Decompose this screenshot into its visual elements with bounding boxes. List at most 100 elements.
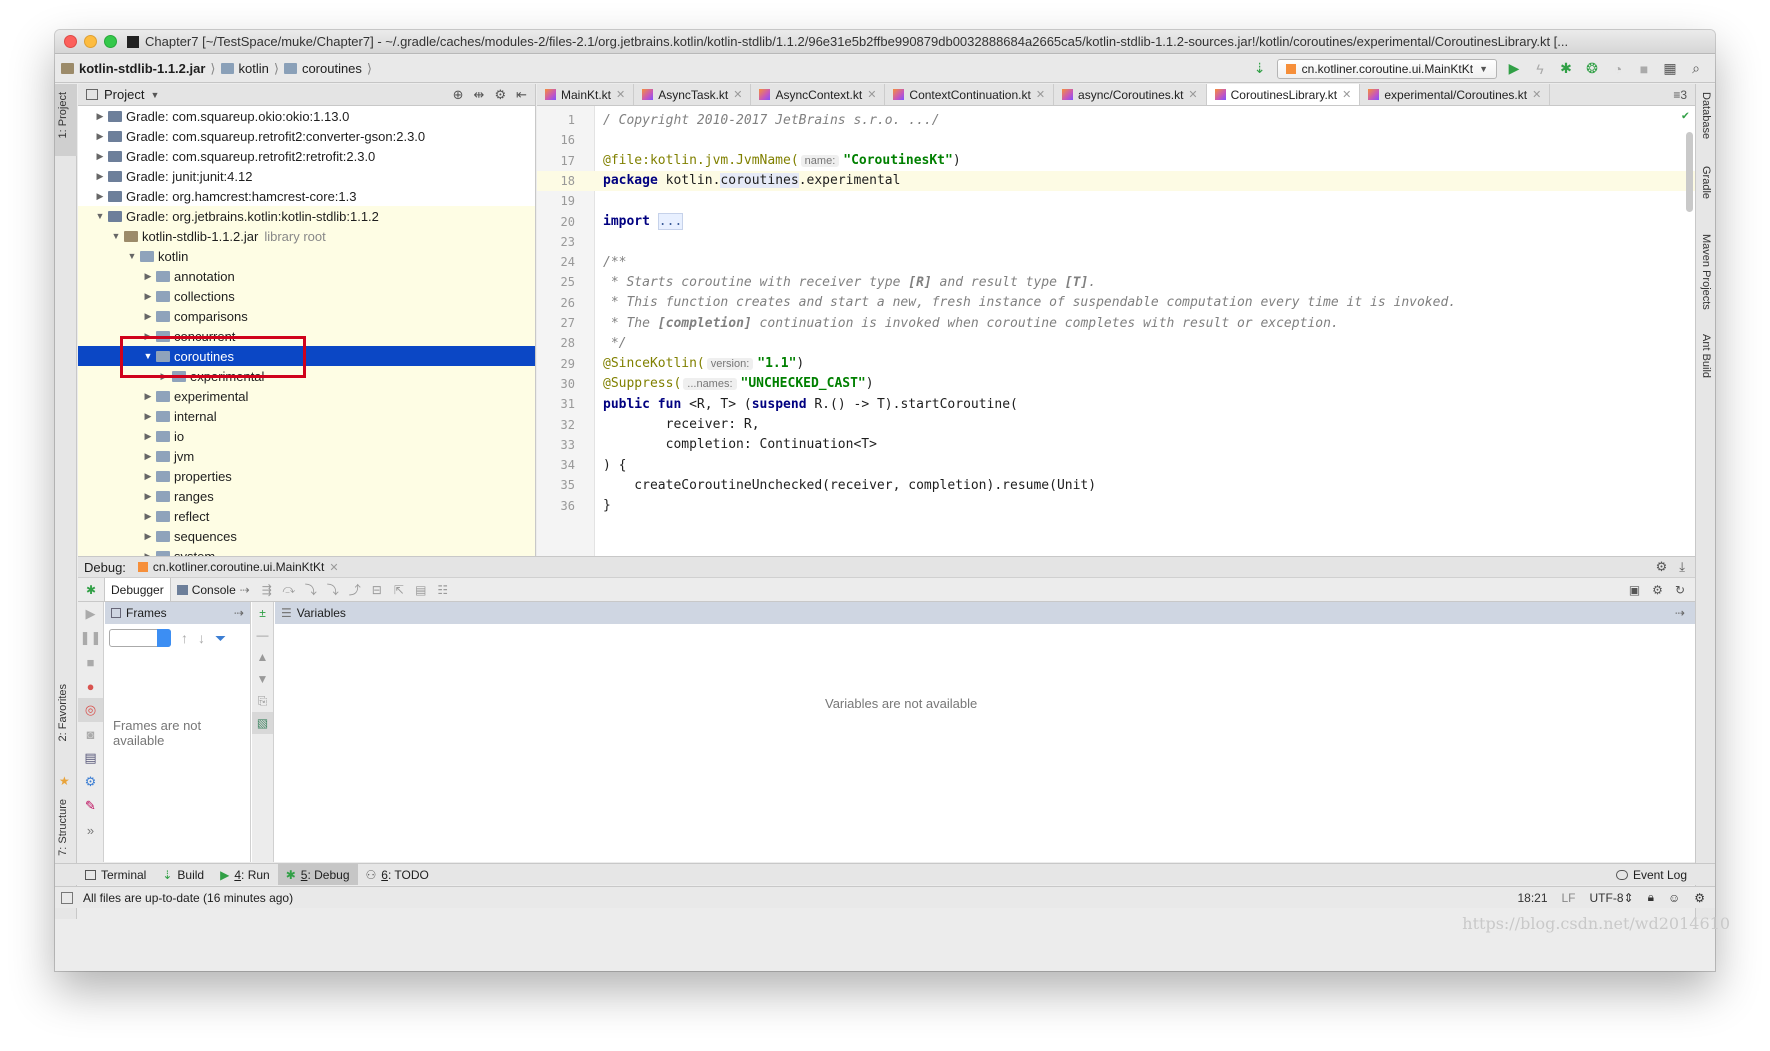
tool-tab-database[interactable]: Database <box>1700 92 1712 139</box>
chevron-right-icon[interactable]: ▶ <box>140 431 156 442</box>
chevron-right-icon[interactable]: ▶ <box>140 331 156 342</box>
mute-breakpoints-icon[interactable]: ◎ <box>78 698 103 722</box>
chevron-right-icon[interactable]: ▶ <box>140 531 156 542</box>
evaluate-expression-icon[interactable]: ± <box>252 602 273 624</box>
tab-debugger[interactable]: Debugger <box>104 578 171 601</box>
chevron-down-icon[interactable]: ▼ <box>108 231 124 241</box>
tree-node[interactable]: ▼ kotlin-stdlib-1.1.2.jar library root <box>78 226 535 246</box>
run-icon[interactable]: ▶ <box>1505 60 1523 78</box>
lock-icon[interactable]: 🔒︎ <box>1648 890 1654 905</box>
chevron-right-icon[interactable]: ▶ <box>156 371 172 382</box>
arrow-up-icon[interactable]: ↑ <box>181 630 188 646</box>
resume-icon[interactable]: ▶ <box>78 602 103 626</box>
tree-node[interactable]: ▶ collections <box>78 286 535 306</box>
breadcrumb-item-coroutines[interactable]: coroutines <box>302 61 362 76</box>
file-encoding[interactable]: UTF-8⇕ <box>1590 891 1634 905</box>
drop-frame-icon[interactable]: ⊟ <box>366 583 388 597</box>
tree-node[interactable]: ▶ Gradle: org.hamcrest:hamcrest-core:1.3 <box>78 186 535 206</box>
tree-node[interactable]: ▶ concurrent <box>78 326 535 346</box>
hector-icon[interactable]: ☺ <box>1668 891 1680 905</box>
maximize-window-button[interactable] <box>104 35 117 48</box>
chevron-right-icon[interactable]: ▶ <box>92 171 108 182</box>
tree-node[interactable]: ▶ io <box>78 426 535 446</box>
evaluate-icon[interactable]: ▤ <box>410 583 432 597</box>
settings-icon[interactable]: ⚙ <box>1652 583 1663 597</box>
tree-node[interactable]: ▼ coroutines <box>78 346 535 366</box>
editor-tab[interactable]: AsyncContext.kt ✕ <box>751 84 886 105</box>
tree-node[interactable]: ▶ ranges <box>78 486 535 506</box>
step-out-icon[interactable]: ⤴ <box>344 581 366 598</box>
tree-node[interactable]: ▶ experimental <box>78 386 535 406</box>
gear-icon[interactable]: ⚙ <box>494 87 506 103</box>
hide-panel-icon[interactable]: ⇤ <box>516 87 527 103</box>
copy-icon[interactable]: ⎘ <box>252 690 273 712</box>
step-into-icon[interactable]: ⤵ <box>300 581 322 598</box>
restore-layout-icon[interactable]: ▤ <box>78 746 103 770</box>
close-icon[interactable]: ✕ <box>1188 88 1197 101</box>
tree-node[interactable]: ▶ Gradle: com.squareup.retrofit2:converte… <box>78 126 535 146</box>
minimize-window-button[interactable] <box>84 35 97 48</box>
tree-node[interactable]: ▶ internal <box>78 406 535 426</box>
close-icon[interactable]: ✕ <box>733 88 742 101</box>
chevron-right-icon[interactable]: ▶ <box>140 411 156 422</box>
tab-terminal[interactable]: Terminal <box>77 864 154 885</box>
tree-node[interactable]: ▶ jvm <box>78 446 535 466</box>
force-step-into-icon[interactable]: ⤵ <box>322 581 344 598</box>
tree-node[interactable]: ▶ comparisons <box>78 306 535 326</box>
breadcrumb-item-kotlin[interactable]: kotlin <box>239 61 269 76</box>
arrow-down-icon[interactable]: ↓ <box>198 630 205 646</box>
tool-tab-gradle[interactable]: Gradle <box>1700 166 1712 199</box>
tree-node[interactable]: ▶ Gradle: com.squareup.okio:okio:1.13.0 <box>78 106 535 126</box>
more-icon[interactable]: » <box>78 818 103 842</box>
tree-node[interactable]: ▶ Gradle: junit:junit:4.12 <box>78 166 535 186</box>
show-execution-point-icon[interactable]: ⇶ <box>256 583 278 597</box>
editor-tabs-overflow[interactable]: ≡3 <box>1665 84 1695 105</box>
tree-node[interactable]: ▼ Gradle: org.jetbrains.kotlin:kotlin-std… <box>78 206 535 226</box>
search-icon[interactable]: ⌕ <box>1687 60 1705 78</box>
close-icon[interactable]: ✕ <box>1342 88 1351 101</box>
editor-tab[interactable]: experimental/Coroutines.kt ✕ <box>1360 84 1551 105</box>
tool-tab-maven[interactable]: Maven Projects <box>1700 234 1712 310</box>
lightning-icon[interactable]: ϟ <box>1531 60 1549 78</box>
filter-icon[interactable]: ⏷ <box>215 630 226 647</box>
tab-event-log[interactable]: Event Log <box>1615 868 1687 882</box>
editor-tab[interactable]: MainKt.kt ✕ <box>537 84 635 105</box>
chevron-down-icon[interactable]: ▼ <box>124 251 140 261</box>
minus-icon[interactable]: — <box>252 624 273 646</box>
locate-target-icon[interactable]: ⊕ <box>453 87 464 103</box>
arrow-down-icon[interactable]: ▼ <box>252 668 273 690</box>
tool-tab-ant[interactable]: Ant Build <box>1700 334 1712 378</box>
chevron-right-icon[interactable]: ▶ <box>92 111 108 122</box>
close-icon[interactable]: ✕ <box>616 88 625 101</box>
gear-icon[interactable]: ⚙ <box>1656 559 1668 575</box>
toggle-tool-windows-icon[interactable] <box>61 891 73 904</box>
settings-icon[interactable]: ⚙ <box>78 770 103 794</box>
refresh-icon[interactable]: ↻ <box>1675 583 1685 597</box>
watches-icon[interactable]: ▧ <box>252 712 273 734</box>
editor-tab[interactable]: CoroutinesLibrary.kt ✕ <box>1206 84 1361 105</box>
collapse-all-icon[interactable]: ⇹ <box>474 87 485 103</box>
close-window-button[interactable] <box>64 35 77 48</box>
memory-icon[interactable]: ⚙ <box>1694 891 1705 905</box>
chevron-right-icon[interactable]: ▶ <box>140 291 156 302</box>
thread-select[interactable] <box>109 629 171 647</box>
tool-tab-project[interactable]: 1: Project <box>57 92 69 138</box>
debug-session-tab[interactable]: cn.kotliner.coroutine.ui.MainKtKt ✕ <box>137 560 339 574</box>
project-structure-icon[interactable]: ▦ <box>1661 60 1679 78</box>
chevron-right-icon[interactable]: ▶ <box>92 191 108 202</box>
chevron-down-icon[interactable]: ▼ <box>140 351 156 361</box>
build-hammer-icon[interactable]: ⇣ <box>1251 60 1269 78</box>
trace-icon[interactable]: ☷ <box>432 583 454 597</box>
run-configuration-select[interactable]: cn.kotliner.coroutine.ui.MainKtKt ▼ <box>1276 58 1497 79</box>
camera-icon[interactable]: ◙ <box>78 722 103 746</box>
tab-build[interactable]: ⇣ Build <box>154 864 212 885</box>
debug-bug-icon[interactable]: ✱ <box>1557 60 1575 78</box>
caret-position[interactable]: 18:21 <box>1517 891 1547 905</box>
line-separator[interactable]: LF <box>1562 891 1576 905</box>
tree-node[interactable]: ▶ Gradle: com.squareup.retrofit2:retrofit… <box>78 146 535 166</box>
chevron-down-icon[interactable]: ▼ <box>150 90 159 100</box>
chevron-right-icon[interactable]: ▶ <box>140 311 156 322</box>
run-to-cursor-icon[interactable]: ⇱ <box>388 583 410 597</box>
close-icon[interactable]: ✕ <box>1532 88 1541 101</box>
stop-icon[interactable]: ■ <box>1635 60 1653 78</box>
